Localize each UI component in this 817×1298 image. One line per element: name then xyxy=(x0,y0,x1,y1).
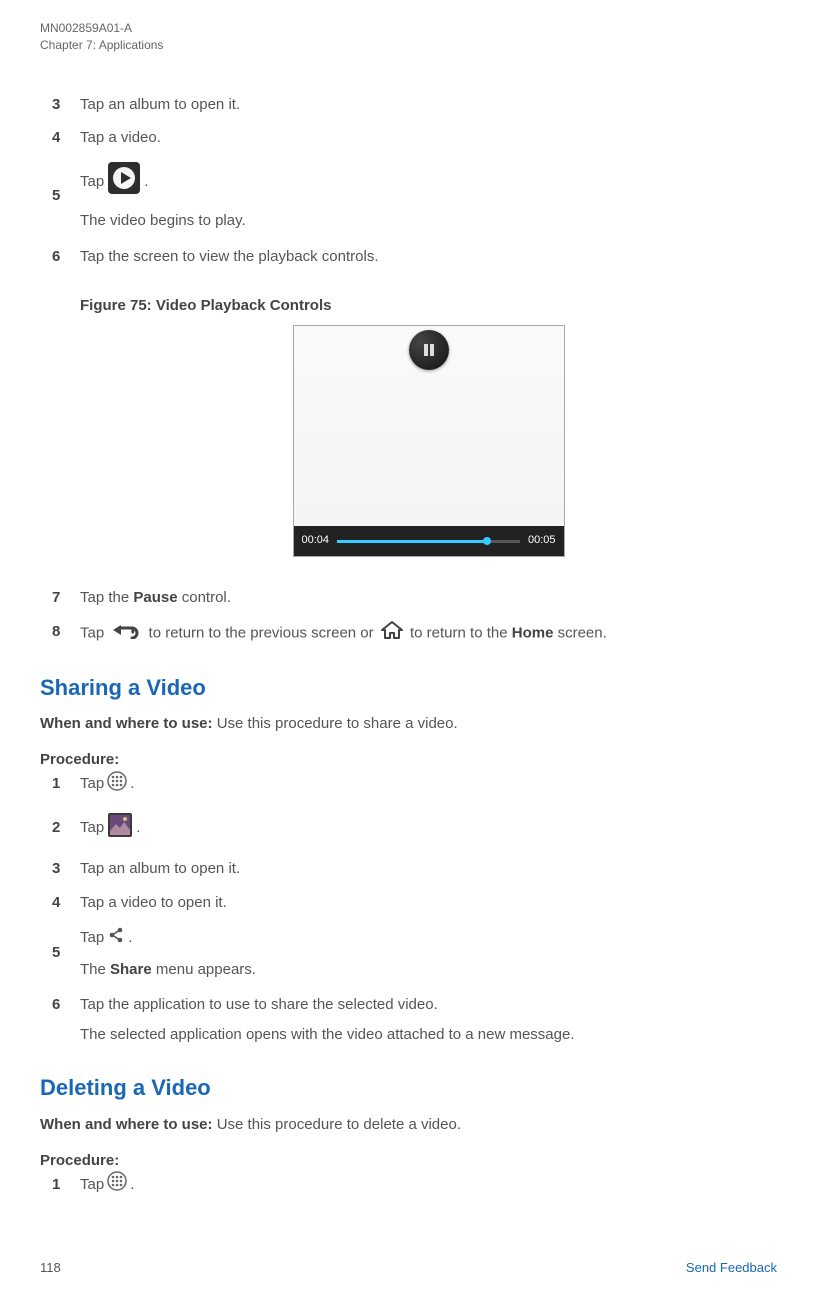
step-text: Tap . xyxy=(80,812,777,845)
play-icon xyxy=(107,161,141,202)
step-number: 1 xyxy=(52,773,80,795)
chapter-title: Chapter 7: Applications xyxy=(40,37,777,54)
page-number: 118 xyxy=(40,1259,61,1278)
step-text: Tap . The Share menu appears. xyxy=(80,926,777,981)
step-text: Tap . xyxy=(80,771,777,798)
sharing-steps: 1 Tap . 2 Tap xyxy=(52,771,777,1046)
doc-id: MN002859A01-A xyxy=(40,20,777,37)
figure-image: 00:04 00:05 xyxy=(293,325,565,557)
step-number: 7 xyxy=(52,587,80,609)
step-list-after-figure: 7 Tap the Pause control. 8 Tap to return… xyxy=(52,587,777,646)
step-text: Tap . xyxy=(80,1171,777,1198)
procedure-label: Procedure: xyxy=(40,751,119,768)
step-number: 2 xyxy=(52,817,80,839)
gallery-icon xyxy=(107,812,133,845)
send-feedback-link[interactable]: Send Feedback xyxy=(686,1259,777,1278)
heading-sharing: Sharing a Video xyxy=(40,672,777,704)
step-list-continued: 3 Tap an album to open it. 4 Tap a video… xyxy=(52,94,777,268)
step-number: 3 xyxy=(52,94,80,116)
deleting-steps: 1 Tap . xyxy=(52,1171,777,1198)
step-text: Tap a video to open it. xyxy=(80,892,777,914)
pause-icon xyxy=(409,330,449,370)
share-icon xyxy=(107,926,125,951)
step-text: Tap the Pause control. xyxy=(80,587,777,609)
step-result: The selected application opens with the … xyxy=(80,1024,777,1046)
apps-icon xyxy=(107,1171,127,1198)
step-text: Tap an album to open it. xyxy=(80,858,777,880)
step-number: 6 xyxy=(52,246,80,268)
step-number: 3 xyxy=(52,858,80,880)
when-where: When and where to use: Use this procedur… xyxy=(40,713,777,735)
step-number: 8 xyxy=(52,621,80,643)
step-text: Tap the screen to view the playback cont… xyxy=(80,246,777,268)
progress-thumb xyxy=(483,537,491,545)
step-text: Tap to return to the previous screen or … xyxy=(80,621,777,646)
apps-icon xyxy=(107,771,127,798)
step-result: The video begins to play. xyxy=(80,210,777,232)
procedure-label: Procedure: xyxy=(40,1152,119,1169)
step-result: The Share menu appears. xyxy=(80,959,777,981)
elapsed-time: 00:04 xyxy=(302,533,330,549)
page-header: MN002859A01-A Chapter 7: Applications xyxy=(40,20,777,54)
step-number: 5 xyxy=(52,185,80,207)
step-text: Tap a video. xyxy=(80,127,777,149)
step-text: Tap . The video begins to play. xyxy=(80,161,777,232)
step-number: 1 xyxy=(52,1174,80,1196)
heading-deleting: Deleting a Video xyxy=(40,1072,777,1104)
step-number: 6 xyxy=(52,994,80,1016)
home-icon xyxy=(381,621,403,646)
figure-caption: Figure 75: Video Playback Controls xyxy=(80,295,777,317)
step-text: Tap an album to open it. xyxy=(80,94,777,116)
progress-track xyxy=(337,540,520,543)
when-where: When and where to use: Use this procedur… xyxy=(40,1114,777,1136)
step-number: 4 xyxy=(52,892,80,914)
step-number: 5 xyxy=(52,942,80,964)
step-text: Tap the application to use to share the … xyxy=(80,994,777,1046)
total-time: 00:05 xyxy=(528,533,556,549)
back-icon xyxy=(111,621,141,646)
step-number: 4 xyxy=(52,127,80,149)
